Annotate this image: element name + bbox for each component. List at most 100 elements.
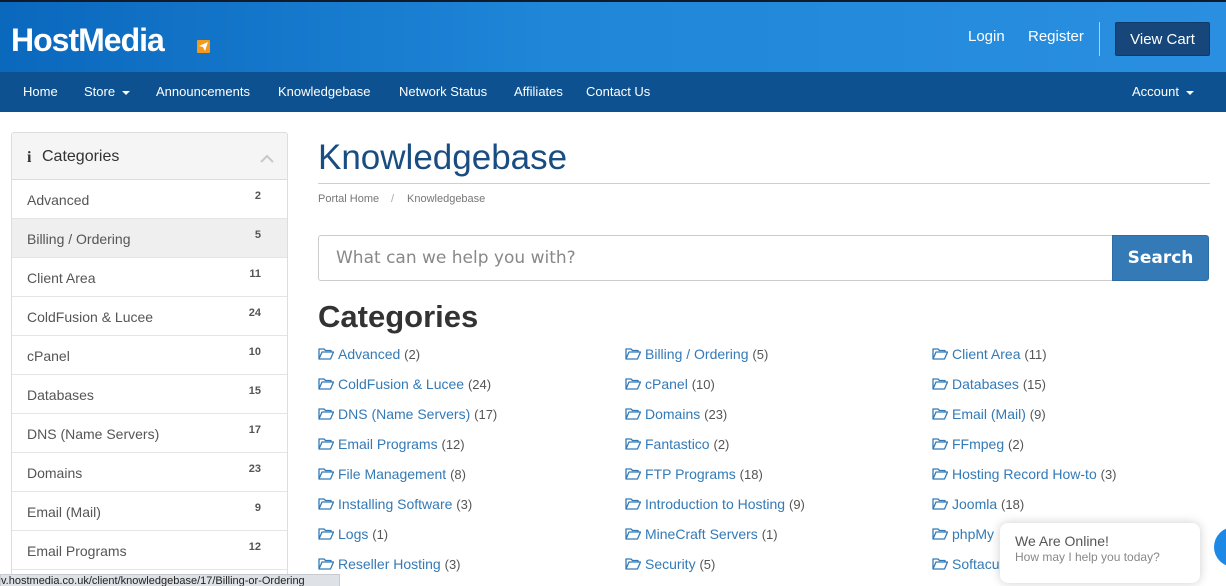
category-link[interactable]: Installing Software (3) [318,496,472,512]
category-count: (3) [456,497,473,512]
category-label: Domains [645,406,701,422]
sidebar-item[interactable]: Domains 23 [12,453,287,492]
search-input[interactable] [318,235,1113,281]
nav-contact-us[interactable]: Contact Us [586,84,650,99]
folder-open-icon [932,437,949,450]
nav-home[interactable]: Home [23,84,58,99]
sidebar-item[interactable]: ColdFusion & Lucee 24 [12,297,287,336]
category-link[interactable]: Introduction to Hosting (9) [625,496,805,512]
category-label: Email Programs [338,436,438,452]
category-label: phpMy [952,526,995,542]
category-link[interactable]: Joomla (18) [932,496,1024,512]
category-link[interactable]: MineCraft Servers (1) [625,526,778,542]
category-label: Databases [952,376,1019,392]
nav-announcements[interactable]: Announcements [156,84,250,99]
category-link[interactable]: Advanced (2) [318,346,420,362]
title-divider [318,183,1210,184]
folder-open-icon [318,437,335,450]
sidebar-item-count: 17 [248,424,261,436]
category-link[interactable]: Domains (23) [625,406,727,422]
sidebar-header[interactable]: i Categories [12,133,287,180]
nav-store-label: Store [84,84,116,99]
sidebar-item-count: 9 [254,502,261,514]
category-count: (9) [788,497,805,512]
folder-open-icon [625,527,642,540]
category-count: (2) [713,437,730,452]
folder-open-icon [318,467,335,480]
sidebar-item-count: 5 [254,229,261,241]
sidebar-item-label: Billing / Ordering [27,231,131,247]
category-link[interactable]: phpMy [932,526,994,542]
category-label: Security [645,556,696,572]
view-cart-button[interactable]: View Cart [1115,22,1210,56]
sidebar-item-label: Client Area [27,270,96,286]
sidebar-item[interactable]: Email (Mail) 9 [12,492,287,531]
nav-store[interactable]: Store [84,84,131,99]
category-count: (5) [752,347,769,362]
site-logo[interactable]: HostMedia [11,22,165,58]
sidebar-item-label: DNS (Name Servers) [27,426,160,442]
sidebar-item-label: ColdFusion & Lucee [27,309,154,325]
category-link[interactable]: Databases (15) [932,376,1046,392]
login-link[interactable]: Login [968,28,1005,45]
live-chat-popup[interactable]: We Are Online! How may I help you today? [1000,523,1200,583]
nav-affiliates[interactable]: Affiliates [514,84,563,99]
page-title: Knowledgebase [318,138,568,177]
nav-account[interactable]: Account [1132,84,1194,99]
main-nav: Home Store Announcements Knowledgebase N… [0,72,1226,112]
sidebar-item[interactable]: Billing / Ordering 5 [12,219,287,258]
breadcrumb-portal-home[interactable]: Portal Home [318,193,379,205]
category-link[interactable]: FFmpeg (2) [932,436,1024,452]
category-link[interactable]: Client Area (11) [932,346,1047,362]
category-link[interactable]: Security (5) [625,556,715,572]
search-button[interactable]: Search [1112,235,1209,281]
sidebar-title: Categories [42,148,120,165]
top-header: HostMedia Login Register View Cart [0,0,1226,72]
nav-knowledgebase[interactable]: Knowledgebase [278,84,371,99]
sidebar-item[interactable]: Databases 15 [12,375,287,414]
folder-open-icon [625,467,642,480]
folder-open-icon [318,407,335,420]
category-link[interactable]: Logs (1) [318,526,388,542]
sidebar-item-count: 23 [248,463,261,475]
folder-open-icon [932,407,949,420]
category-count: (5) [699,557,716,572]
category-link[interactable]: Softacu [932,556,999,572]
folder-open-icon [625,437,642,450]
folder-open-icon [932,347,949,360]
sidebar-item[interactable]: Client Area 11 [12,258,287,297]
category-link[interactable]: Billing / Ordering (5) [625,346,768,362]
info-icon: i [27,149,32,166]
nav-network-status[interactable]: Network Status [399,84,487,99]
category-link[interactable]: File Management (8) [318,466,466,482]
category-count: (23) [704,407,728,422]
category-label: Softacu [952,556,1000,572]
category-link[interactable]: DNS (Name Servers) (17) [318,406,497,422]
category-count: (15) [1022,377,1046,392]
folder-open-icon [318,557,335,570]
category-count: (17) [474,407,498,422]
chevron-up-icon[interactable] [260,150,274,168]
category-link[interactable]: Fantastico (2) [625,436,729,452]
sidebar-item-count: 12 [248,541,261,553]
category-count: (3) [444,557,461,572]
category-label: Installing Software [338,496,453,512]
sidebar-item[interactable]: cPanel 10 [12,336,287,375]
category-label: Fantastico [645,436,710,452]
category-label: Advanced [338,346,401,362]
category-count: (9) [1029,407,1046,422]
sidebar-item[interactable]: Email Programs 12 [12,531,287,570]
category-link[interactable]: Email Programs (12) [318,436,465,452]
category-link[interactable]: Hosting Record How-to (3) [932,466,1117,482]
category-link[interactable]: Email (Mail) (9) [932,406,1046,422]
sidebar-item[interactable]: DNS (Name Servers) 17 [12,414,287,453]
sidebar-item[interactable]: Advanced 2 [12,180,287,219]
category-link[interactable]: cPanel (10) [625,376,715,392]
category-link[interactable]: ColdFusion & Lucee (24) [318,376,491,392]
category-label: FFmpeg [952,436,1005,452]
category-link[interactable]: FTP Programs (18) [625,466,763,482]
register-link[interactable]: Register [1028,28,1084,45]
chat-launcher-icon[interactable] [1214,527,1226,567]
category-label: MineCraft Servers [645,526,758,542]
category-link[interactable]: Reseller Hosting (3) [318,556,461,572]
